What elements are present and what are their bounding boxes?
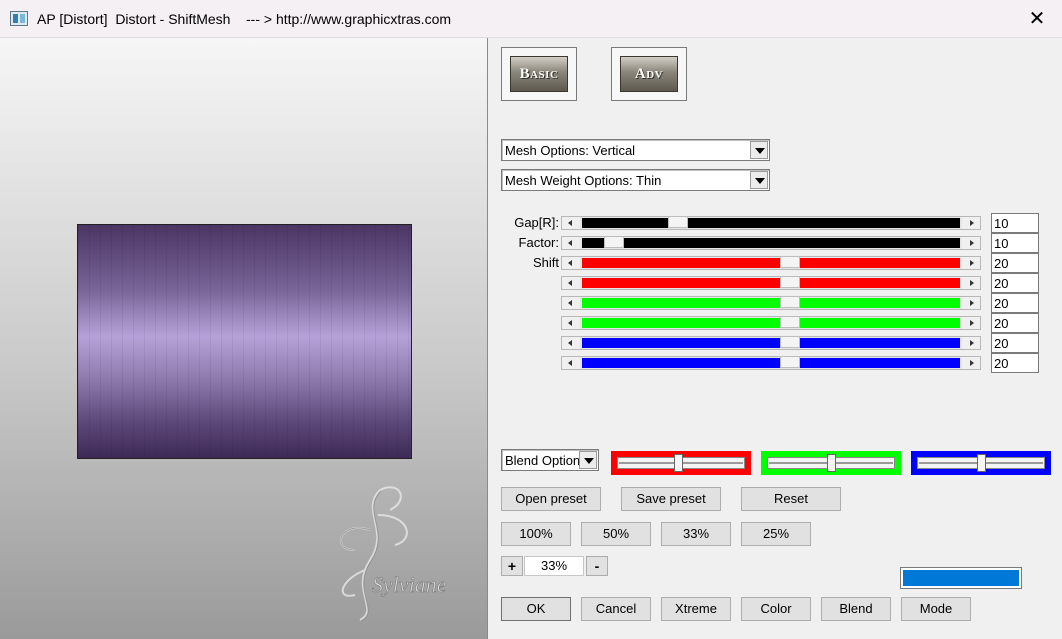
scroll-right-arrow-icon[interactable] [962, 237, 980, 249]
slider-thumb[interactable] [780, 316, 800, 328]
slider-value-input[interactable]: 20 [991, 253, 1039, 273]
slider-value-input[interactable]: 20 [991, 313, 1039, 333]
open-preset-button[interactable]: Open preset [501, 487, 601, 511]
scroll-right-arrow-icon[interactable] [962, 357, 980, 369]
scroll-right-arrow-icon[interactable] [962, 217, 980, 229]
slider-label: Factor: [518, 235, 559, 250]
zoom-50-button[interactable]: 50% [581, 522, 651, 546]
slider-scrollbar[interactable] [561, 256, 981, 270]
xtreme-button[interactable]: Xtreme [661, 597, 731, 621]
slider-thumb[interactable] [780, 276, 800, 288]
mesh-weight-select[interactable]: Mesh Weight Options: Thin [501, 169, 770, 191]
scroll-right-arrow-icon[interactable] [962, 257, 980, 269]
slider-track[interactable] [582, 238, 960, 248]
slider-scrollbar[interactable] [561, 276, 981, 290]
slider-value-input[interactable]: 20 [991, 273, 1039, 293]
scroll-left-arrow-icon[interactable] [562, 317, 580, 329]
slider-value-input[interactable]: 10 [991, 213, 1039, 233]
scroll-left-arrow-icon[interactable] [562, 257, 580, 269]
mesh-options-select[interactable]: Mesh Options: Vertical [501, 139, 770, 161]
save-preset-button[interactable]: Save preset [621, 487, 721, 511]
scroll-right-arrow-icon[interactable] [962, 297, 980, 309]
preview-image [77, 224, 412, 459]
blend-blue-slider[interactable] [911, 451, 1051, 475]
scroll-right-arrow-icon[interactable] [962, 317, 980, 329]
blend-options-value: Blend Options [505, 453, 581, 468]
preview-pane: Sylviane [0, 38, 488, 639]
scroll-right-arrow-icon[interactable] [962, 277, 980, 289]
blend-green-thumb[interactable] [827, 454, 836, 472]
slider-value-input[interactable]: 20 [991, 333, 1039, 353]
adv-mode-button[interactable]: Adv [611, 47, 687, 101]
zoom-33-button[interactable]: 33% [661, 522, 731, 546]
slider-scrollbar[interactable] [561, 216, 981, 230]
slider-scrollbar[interactable] [561, 336, 981, 350]
slider-thumb[interactable] [604, 236, 624, 248]
scroll-left-arrow-icon[interactable] [562, 277, 580, 289]
blend-red-slider[interactable] [611, 451, 751, 475]
slider-label: Gap[R]: [514, 215, 559, 230]
slider-label: Shift [532, 255, 559, 270]
slider-value-input[interactable]: 20 [991, 353, 1039, 373]
slider-track[interactable] [582, 318, 960, 328]
slider-thumb[interactable] [780, 256, 800, 268]
slider-value-input[interactable]: 20 [991, 293, 1039, 313]
slider-value-input[interactable]: 10 [991, 233, 1039, 253]
slider-thumb[interactable] [780, 336, 800, 348]
reset-button[interactable]: Reset [741, 487, 841, 511]
scroll-left-arrow-icon[interactable] [562, 337, 580, 349]
slider-track[interactable] [582, 258, 960, 268]
slider-scrollbar[interactable] [561, 296, 981, 310]
adv-mode-label: Adv [620, 56, 678, 92]
slider-track[interactable] [582, 358, 960, 368]
chevron-down-icon [579, 451, 597, 469]
slider-thumb[interactable] [668, 216, 688, 228]
control-panel: Basic Adv Mesh Options: Vertical Mesh We… [489, 38, 1062, 639]
ok-button[interactable]: OK [501, 597, 571, 621]
zoom-level-display: 33% [524, 556, 584, 576]
signature-watermark: Sylviane [339, 486, 447, 622]
zoom-25-button[interactable]: 25% [741, 522, 811, 546]
slider-track[interactable] [582, 278, 960, 288]
blend-green-slider[interactable] [761, 451, 901, 475]
blend-blue-thumb[interactable] [977, 454, 986, 472]
mesh-weight-value: Mesh Weight Options: Thin [505, 173, 662, 188]
slider-scrollbar[interactable] [561, 236, 981, 250]
slider-track[interactable] [582, 218, 960, 228]
slider-track[interactable] [582, 338, 960, 348]
scroll-right-arrow-icon[interactable] [962, 337, 980, 349]
slider-scrollbar[interactable] [561, 356, 981, 370]
slider-scrollbar[interactable] [561, 316, 981, 330]
mesh-options-value: Mesh Options: Vertical [505, 143, 636, 158]
scroll-left-arrow-icon[interactable] [562, 297, 580, 309]
slider-thumb[interactable] [780, 356, 800, 368]
app-icon [10, 11, 28, 26]
window-title: AP [Distort] Distort - ShiftMesh --- > h… [37, 11, 452, 27]
close-button[interactable]: ✕ [1026, 8, 1048, 30]
basic-mode-label: Basic [510, 56, 568, 92]
scroll-left-arrow-icon[interactable] [562, 357, 580, 369]
color-button[interactable]: Color [741, 597, 811, 621]
zoom-in-button[interactable]: + [501, 556, 523, 576]
blend-button[interactable]: Blend [821, 597, 891, 621]
title-bar: AP [Distort] Distort - ShiftMesh --- > h… [0, 0, 1062, 38]
slider-thumb[interactable] [780, 296, 800, 308]
mode-button[interactable]: Mode [901, 597, 971, 621]
blend-red-thumb[interactable] [674, 454, 683, 472]
blend-options-select[interactable]: Blend Options [501, 449, 599, 471]
watermark-signature-text: Sylviane [372, 572, 447, 597]
zoom-out-button[interactable]: - [586, 556, 608, 576]
zoom-100-button[interactable]: 100% [501, 522, 571, 546]
scroll-left-arrow-icon[interactable] [562, 237, 580, 249]
chevron-down-icon [750, 171, 768, 189]
chevron-down-icon [750, 141, 768, 159]
color-swatch[interactable] [900, 567, 1022, 589]
basic-mode-button[interactable]: Basic [501, 47, 577, 101]
cancel-button[interactable]: Cancel [581, 597, 651, 621]
scroll-left-arrow-icon[interactable] [562, 217, 580, 229]
slider-track[interactable] [582, 298, 960, 308]
